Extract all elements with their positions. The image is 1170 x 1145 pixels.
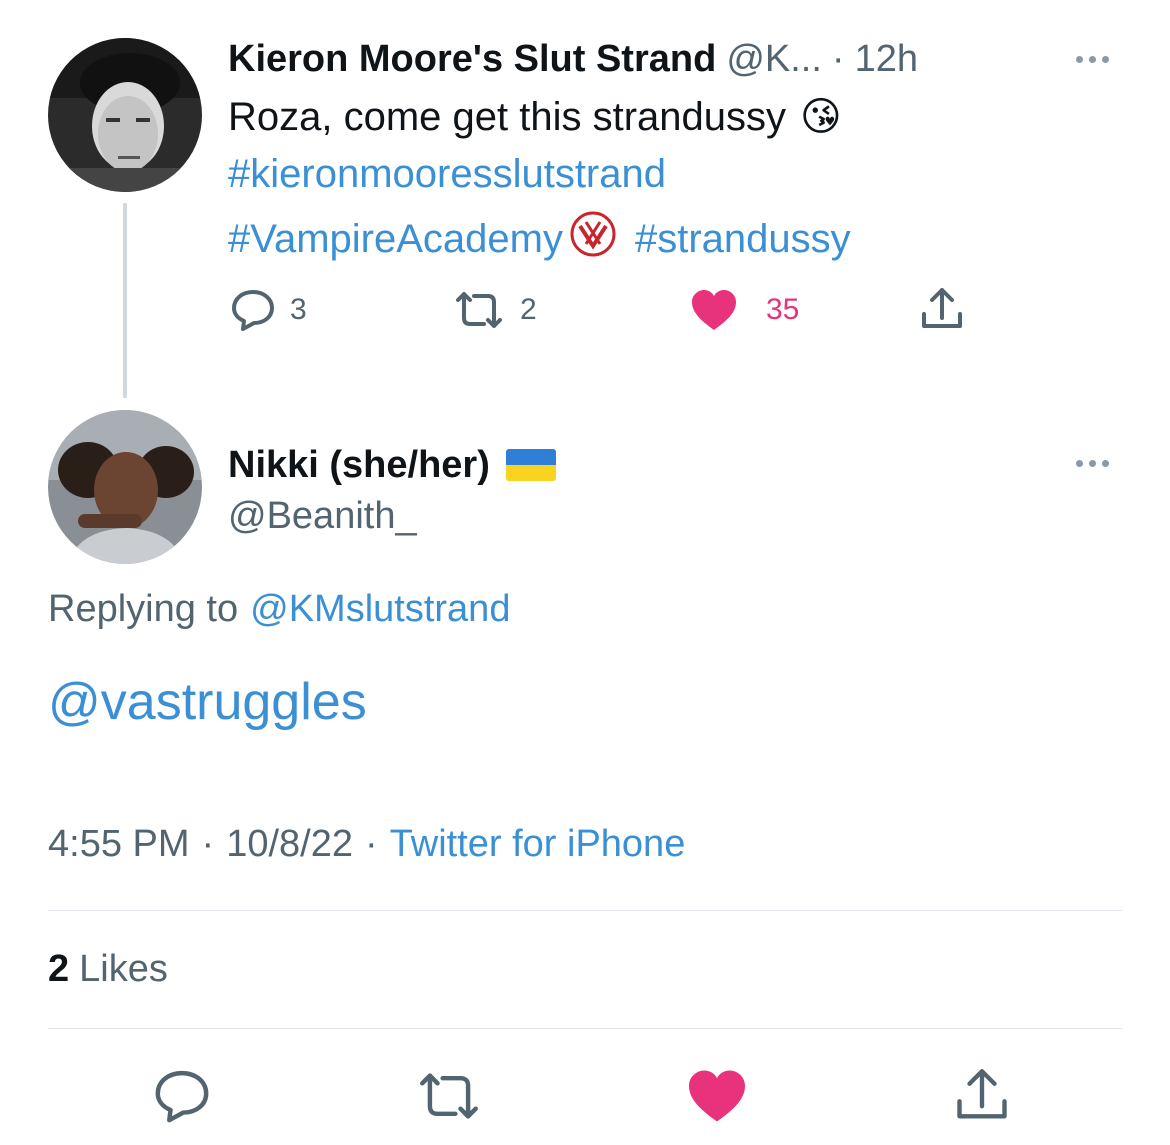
tweet1-hashtag-strandussy[interactable]: #strandussy xyxy=(635,217,851,262)
vampire-academy-logo-icon xyxy=(569,210,617,268)
tweet1-time[interactable]: 12h xyxy=(855,38,918,81)
retweet-icon xyxy=(456,292,502,328)
tweet1-hashtags-line3: #VampireAcademy #strandussy xyxy=(228,210,851,268)
divider-bottom xyxy=(48,1028,1122,1029)
reply-icon xyxy=(232,290,274,331)
tweet2-handle[interactable]: @Beanith_ xyxy=(228,495,417,538)
tweet1-reply-button[interactable]: 3 xyxy=(230,288,307,332)
tweet1-text-line1: Roza, come get this strandussy 😘 xyxy=(228,94,842,140)
tweet1-handle[interactable]: @K... xyxy=(726,38,822,81)
likes-label: Likes xyxy=(79,948,168,990)
tweet1-like-count: 35 xyxy=(766,293,800,326)
tweet2-name-row: Nikki (she/her) xyxy=(228,440,556,490)
tweet1-retweet-button[interactable]: 2 xyxy=(452,288,537,332)
reply-icon xyxy=(155,1070,209,1123)
tweet1-header: Kieron Moore's Slut Strand @K... · 12h xyxy=(228,34,918,84)
thread-line xyxy=(123,203,127,398)
tweet1-text: Roza, come get this strandussy xyxy=(228,94,787,139)
tweet1-retweet-count: 2 xyxy=(520,293,537,326)
share-icon xyxy=(957,1069,1007,1119)
tweet1-more-icon[interactable] xyxy=(1076,56,1109,63)
divider-top xyxy=(48,910,1122,911)
ukraine-flag-icon xyxy=(505,449,556,481)
heart-icon xyxy=(689,1070,745,1122)
tweet2-more-icon[interactable] xyxy=(1076,460,1109,467)
avatar-nikki[interactable] xyxy=(48,410,202,564)
tweet2-date: 10/8/22 xyxy=(226,823,353,865)
share-icon xyxy=(922,288,962,328)
tweet1-like-button[interactable]: 35 xyxy=(690,288,799,332)
tweet1-hashtag-kieron[interactable]: #kieronmooresslutstrand xyxy=(228,152,666,197)
tweet1-reply-count: 3 xyxy=(290,293,307,326)
replying-to-handle[interactable]: @KMslutstrand xyxy=(250,588,510,631)
tweet2-share-button[interactable] xyxy=(952,1066,1012,1124)
tweet1-hashtag-vampire[interactable]: #VampireAcademy xyxy=(228,217,563,262)
avatar-kieron[interactable] xyxy=(48,38,202,192)
tweet2-dot1: · xyxy=(201,823,215,865)
likes-count: 2 xyxy=(48,948,70,990)
tweet2-dot2: · xyxy=(364,823,378,865)
likes-summary[interactable]: 2 Likes xyxy=(48,948,168,991)
replying-to: Replying to @KMslutstrand xyxy=(48,588,510,631)
replying-to-label: Replying to xyxy=(48,588,239,630)
tweet2-retweet-button[interactable] xyxy=(414,1068,484,1124)
tweet1-share-button[interactable] xyxy=(918,286,966,332)
kiss-emoji-icon: 😘 xyxy=(800,95,842,139)
tweet2-display-name[interactable]: Nikki (she/her) xyxy=(228,444,490,487)
tweet2-text-mention[interactable]: @vastruggles xyxy=(48,672,367,732)
heart-icon xyxy=(692,290,736,330)
tweet2-reply-button[interactable] xyxy=(152,1068,212,1124)
tweet2-time: 4:55 PM xyxy=(48,823,190,865)
tweet2-source[interactable]: Twitter for iPhone xyxy=(390,823,686,866)
tweet1-separator: · xyxy=(831,37,845,80)
tweet2-like-button[interactable] xyxy=(686,1068,748,1124)
tweet1-display-name[interactable]: Kieron Moore's Slut Strand xyxy=(228,38,716,81)
tweet2-meta: 4:55 PM · 10/8/22 · Twitter for iPhone xyxy=(48,823,685,866)
retweet-icon xyxy=(420,1073,478,1119)
